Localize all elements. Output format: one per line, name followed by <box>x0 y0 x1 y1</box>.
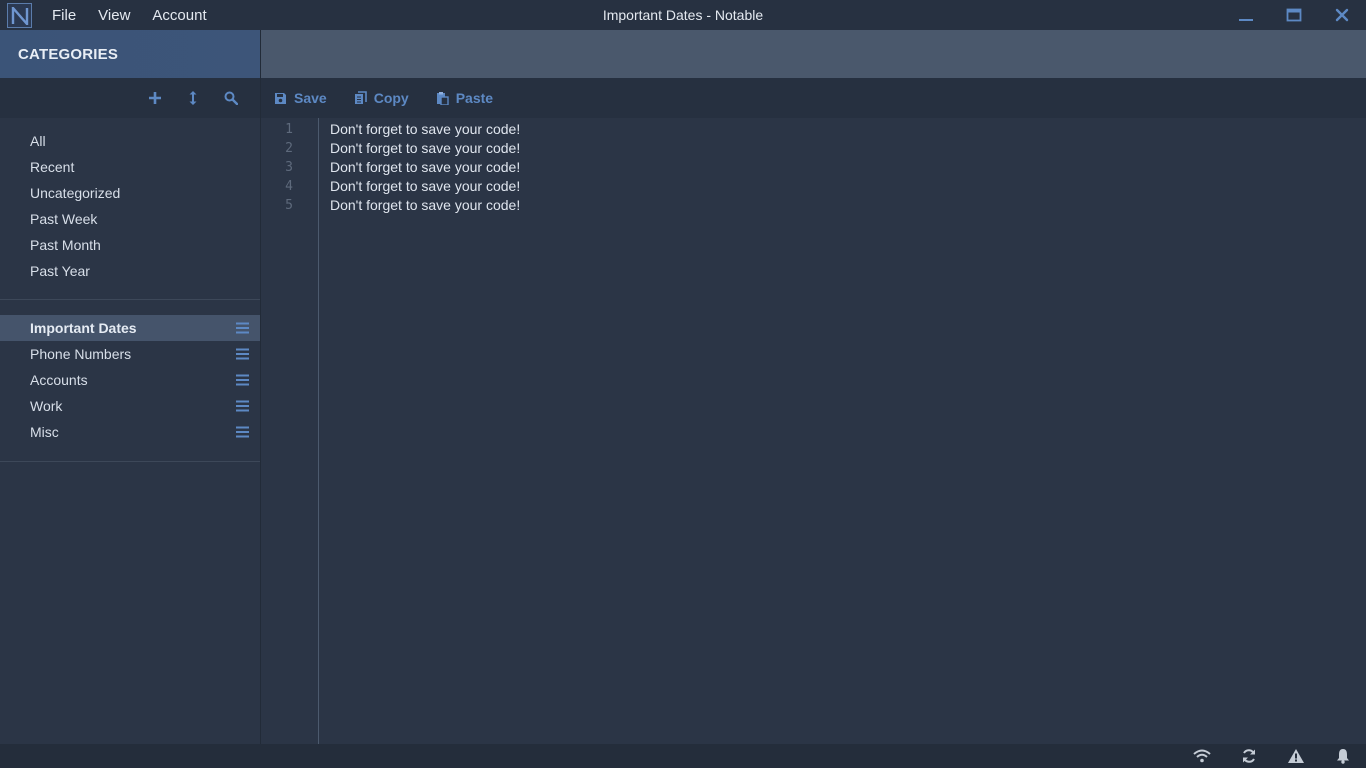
category-past-week[interactable]: Past Week <box>0 206 260 232</box>
menu-lines-icon[interactable] <box>236 374 249 386</box>
line-number-gutter: 1 2 3 4 5 <box>261 118 319 744</box>
menu-lines-icon[interactable] <box>236 322 249 334</box>
note-item-work[interactable]: Work <box>0 393 260 419</box>
copy-button[interactable]: Copy <box>354 90 409 106</box>
menu-lines-icon[interactable] <box>236 426 249 438</box>
divider <box>0 461 260 462</box>
floppy-disk-icon <box>275 92 286 104</box>
code-line[interactable]: Don't forget to save your code! <box>330 177 520 196</box>
line-number: 5 <box>285 198 293 213</box>
line-number: 2 <box>285 141 293 156</box>
note-item-phone-numbers[interactable]: Phone Numbers <box>0 341 260 367</box>
notable-logo-icon <box>11 6 28 25</box>
code-line[interactable]: Don't forget to save your code! <box>330 139 520 158</box>
line-number: 4 <box>285 179 293 194</box>
note-header-bar <box>261 30 1366 78</box>
menu-account[interactable]: Account <box>152 7 206 24</box>
category-uncategorized[interactable]: Uncategorized <box>0 180 260 206</box>
add-button[interactable] <box>136 78 174 118</box>
code-line[interactable]: Don't forget to save your code! <box>330 158 520 177</box>
maximize-icon <box>1286 8 1302 22</box>
close-icon <box>1335 8 1349 22</box>
warning-icon <box>1287 749 1304 763</box>
sync-status[interactable] <box>1225 744 1272 768</box>
save-button[interactable]: Save <box>274 90 327 106</box>
title-bar: File View Account Important Dates - Nota… <box>0 0 1366 30</box>
search-button[interactable] <box>212 78 250 118</box>
menu-lines-icon[interactable] <box>236 348 249 360</box>
plus-icon <box>149 92 161 104</box>
sort-button[interactable] <box>174 78 212 118</box>
category-list: All Recent Uncategorized Past Week Past … <box>0 118 260 284</box>
bell-icon <box>1336 749 1349 764</box>
category-recent[interactable]: Recent <box>0 154 260 180</box>
note-label: Phone Numbers <box>30 346 132 362</box>
editor-content[interactable]: Don't forget to save your code! Don't fo… <box>330 120 520 215</box>
sidebar: CATEGORIES All Recent Uncategorized Past… <box>0 30 260 744</box>
sort-icon <box>189 91 197 105</box>
line-number: 1 <box>285 122 293 137</box>
notifications-status[interactable] <box>1319 744 1366 768</box>
note-item-accounts[interactable]: Accounts <box>0 367 260 393</box>
editor-toolbar: Save Copy Paste <box>261 78 1366 118</box>
minimize-icon <box>1239 19 1253 21</box>
app-logo[interactable] <box>7 3 32 28</box>
code-line[interactable]: Don't forget to save your code! <box>330 120 520 139</box>
paste-button[interactable]: Paste <box>436 90 493 106</box>
menu-bar: File View Account <box>52 0 229 30</box>
menu-view[interactable]: View <box>98 7 130 24</box>
wifi-status[interactable] <box>1178 744 1225 768</box>
copy-icon <box>354 91 367 104</box>
note-label: Accounts <box>30 372 88 388</box>
wifi-icon <box>1192 749 1211 763</box>
sync-icon <box>1242 749 1255 763</box>
window-controls <box>1222 0 1366 30</box>
paste-label: Paste <box>455 90 494 106</box>
menu-file[interactable]: File <box>52 7 76 24</box>
minimize-button[interactable] <box>1222 0 1270 30</box>
category-all[interactable]: All <box>0 128 260 154</box>
code-line[interactable]: Don't forget to save your code! <box>330 196 520 215</box>
search-icon <box>224 91 238 105</box>
save-label: Save <box>294 90 327 106</box>
divider <box>0 299 260 300</box>
note-label: Important Dates <box>30 320 137 336</box>
category-past-month[interactable]: Past Month <box>0 232 260 258</box>
sidebar-toolbar <box>0 78 260 118</box>
maximize-button[interactable] <box>1270 0 1318 30</box>
line-number: 3 <box>285 160 293 175</box>
note-item-important-dates[interactable]: Important Dates <box>0 315 260 341</box>
category-past-year[interactable]: Past Year <box>0 258 260 284</box>
note-label: Misc <box>30 424 59 440</box>
close-button[interactable] <box>1318 0 1366 30</box>
note-label: Work <box>30 398 63 414</box>
notes-list: Important Dates Phone Numbers Accounts W… <box>0 315 260 445</box>
paste-icon <box>436 92 449 105</box>
copy-label: Copy <box>373 90 409 106</box>
warning-status[interactable] <box>1272 744 1319 768</box>
code-editor[interactable]: 1 2 3 4 5 Don't forget to save your code… <box>261 118 1366 744</box>
menu-lines-icon[interactable] <box>236 400 249 412</box>
sidebar-header: CATEGORIES <box>0 30 260 78</box>
status-bar <box>0 744 1366 768</box>
note-item-misc[interactable]: Misc <box>0 419 260 445</box>
